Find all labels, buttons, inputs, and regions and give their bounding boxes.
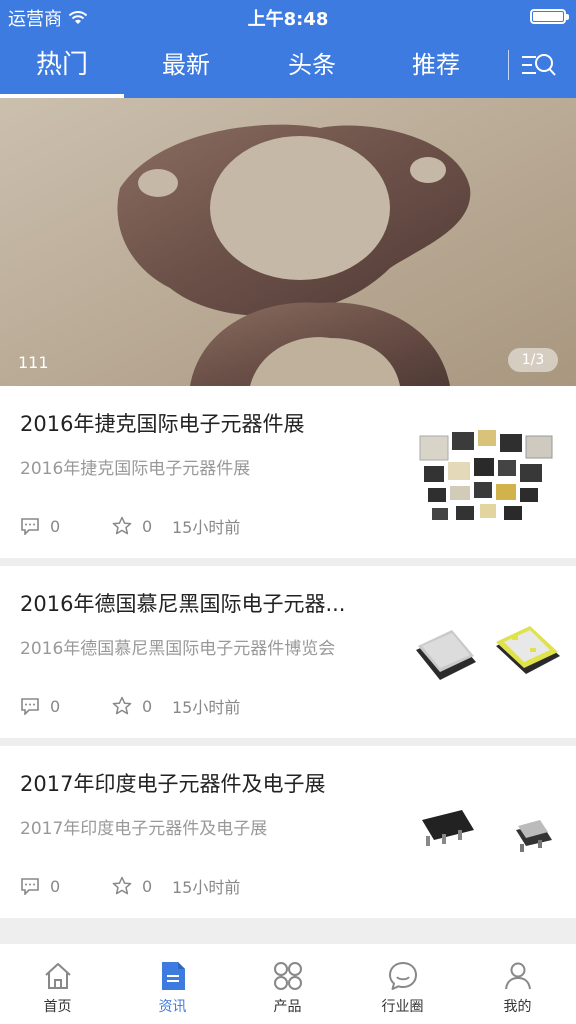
news-meta: 0 0 15小时前 <box>20 694 240 718</box>
banner-caption: 111 <box>18 353 49 372</box>
favorite-count-value: 0 <box>142 876 153 896</box>
search-button[interactable] <box>520 48 560 82</box>
nav-products[interactable]: 产品 <box>230 944 345 1024</box>
news-item[interactable]: 2016年德国慕尼黑国际电子元器... 2016年德国慕尼黑国际电子元器件博览会… <box>0 566 576 738</box>
chat-bubble-icon <box>389 962 417 990</box>
status-bar: 运营商 上午8:48 <box>0 0 576 32</box>
news-meta: 0 0 15小时前 <box>20 874 240 898</box>
news-title: 2016年德国慕尼黑国际电子元器... <box>20 592 346 616</box>
nav-home-label: 首页 <box>43 999 72 1015</box>
nav-products-label: 产品 <box>273 999 302 1015</box>
news-meta: 0 0 15小时前 <box>20 514 240 538</box>
bottom-navigation: 首页 资讯 产品 行业圈 我的 <box>0 944 576 1024</box>
news-time: 15小时前 <box>172 518 241 537</box>
news-item[interactable]: 2016年捷克国际电子元器件展 2016年捷克国际电子元器件展 0 0 15小时… <box>0 386 576 558</box>
banner-page-indicator: 1/3 <box>508 348 558 372</box>
favorite-count-value: 0 <box>142 516 153 536</box>
nav-home[interactable]: 首页 <box>0 944 115 1024</box>
news-title: 2017年印度电子元器件及电子展 <box>20 772 326 796</box>
home-icon <box>45 963 71 989</box>
news-time: 15小时前 <box>172 698 241 717</box>
comment-count: 0 <box>20 697 112 716</box>
banner-carousel[interactable]: 111 1/3 <box>0 98 576 386</box>
news-thumbnail <box>412 786 562 894</box>
news-thumbnail <box>412 606 562 714</box>
nav-industry-label: 行业圈 <box>381 999 424 1015</box>
news-thumbnail <box>412 426 562 534</box>
tab-divider <box>508 50 509 80</box>
comment-icon <box>21 878 39 895</box>
nav-news[interactable]: 资讯 <box>115 944 230 1024</box>
news-summary: 2017年印度电子元器件及电子展 <box>20 819 268 839</box>
grid-icon <box>274 962 302 990</box>
nav-industry[interactable]: 行业圈 <box>345 944 460 1024</box>
comment-count-value: 0 <box>50 516 61 536</box>
star-icon <box>112 696 132 715</box>
favorite-count[interactable]: 0 <box>112 516 172 536</box>
news-time: 15小时前 <box>172 878 241 897</box>
comment-count: 0 <box>20 877 112 896</box>
clock: 上午8:48 <box>247 9 329 30</box>
tab-hot[interactable]: 热门 <box>0 32 124 98</box>
category-tab-bar: 热门 最新 头条 推荐 <box>0 32 576 98</box>
news-summary: 2016年德国慕尼黑国际电子元器件博览会 <box>20 639 336 659</box>
tab-latest[interactable]: 最新 <box>124 32 248 98</box>
banner-image <box>0 98 576 386</box>
person-icon <box>505 962 531 990</box>
nav-news-label: 资讯 <box>158 999 187 1015</box>
news-summary: 2016年捷克国际电子元器件展 <box>20 459 251 479</box>
comment-count: 0 <box>20 517 112 536</box>
search-list-icon <box>522 54 556 76</box>
star-icon <box>112 876 132 895</box>
nav-profile[interactable]: 我的 <box>460 944 575 1024</box>
tab-recommended[interactable]: 推荐 <box>374 32 498 98</box>
comment-icon <box>21 698 39 715</box>
comment-icon <box>21 518 39 535</box>
favorite-count[interactable]: 0 <box>112 876 172 896</box>
nav-profile-label: 我的 <box>503 999 532 1015</box>
news-item[interactable]: 2017年印度电子元器件及电子展 2017年印度电子元器件及电子展 0 0 15… <box>0 746 576 918</box>
battery-icon <box>530 9 569 24</box>
comment-count-value: 0 <box>50 876 61 896</box>
document-icon <box>162 962 185 990</box>
tab-headlines[interactable]: 头条 <box>250 32 374 98</box>
news-title: 2016年捷克国际电子元器件展 <box>20 412 305 436</box>
favorite-count[interactable]: 0 <box>112 696 172 716</box>
comment-count-value: 0 <box>50 696 61 716</box>
star-icon <box>112 516 132 535</box>
favorite-count-value: 0 <box>142 696 153 716</box>
